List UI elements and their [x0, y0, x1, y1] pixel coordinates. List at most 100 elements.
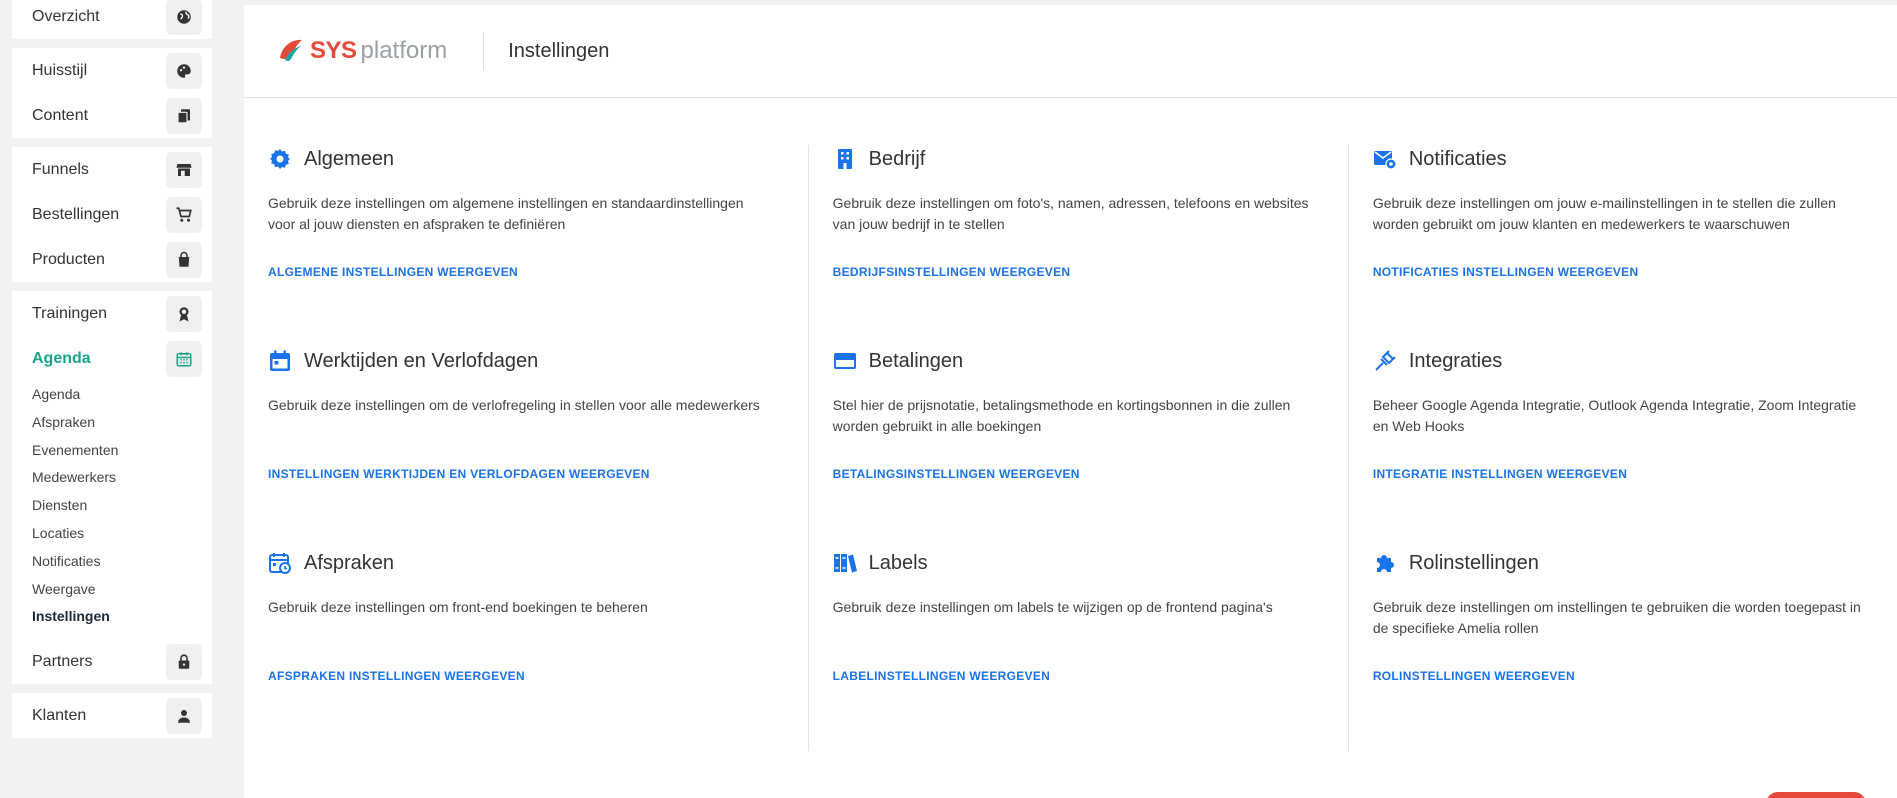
page-title: Instellingen: [508, 39, 610, 62]
sidebar-item-overzicht[interactable]: Overzicht: [12, 0, 212, 39]
card-description: Gebruik deze instellingen om jouw e-mail…: [1372, 195, 1836, 232]
settings-card-algemeen: Algemeen Gebruik deze instellingen om al…: [268, 145, 808, 347]
sidebar-item-label: Partners: [32, 652, 93, 670]
submenu-item-locaties[interactable]: Locaties: [32, 520, 212, 548]
submenu-item-notificaties[interactable]: Notificaties: [32, 548, 212, 576]
logo-sys: SYS: [310, 37, 357, 64]
settings-card-werktijden: Werktijden en Verlofdagen Gebruik deze i…: [268, 347, 808, 549]
sidebar-item-label: Content: [32, 106, 89, 124]
sidebar-group: Overzicht: [12, 0, 212, 39]
card-description: Beheer Google Agenda Integratie, Outlook…: [1372, 397, 1857, 434]
settings-row: Algemeen Gebruik deze instellingen om al…: [268, 145, 1888, 347]
sidebar-item-bestellingen[interactable]: Bestellingen: [12, 192, 212, 237]
sidebar-item-partners[interactable]: Partners: [12, 639, 212, 684]
submenu-item-diensten[interactable]: Diensten: [32, 492, 212, 520]
main-panel: SYS platform Instellingen Algemeen Gebru…: [244, 5, 1897, 798]
card-description: Gebruik deze instellingen om de verlofre…: [268, 397, 760, 413]
sidebar-item-label: Klanten: [32, 706, 87, 724]
submenu-item-afspraken[interactable]: Afspraken: [32, 409, 212, 437]
card-link[interactable]: BEDRIJFSINSTELLINGEN WEERGEVEN: [833, 265, 1071, 279]
sidebar-item-producten[interactable]: Producten: [12, 237, 212, 282]
sidebar-item-huisstijl[interactable]: Huisstijl: [12, 48, 212, 93]
credit-card-icon: [833, 353, 856, 369]
plug-icon: [1375, 350, 1396, 371]
store-icon: [166, 151, 202, 188]
logo[interactable]: SYS platform: [276, 36, 447, 66]
award-icon: [166, 295, 202, 332]
sidebar-item-label: Funnels: [32, 160, 89, 178]
sidebar-group: Huisstijl Content: [12, 48, 212, 138]
bag-icon: [166, 241, 202, 278]
card-title: Algemeen: [304, 147, 395, 170]
lock-icon: [166, 643, 202, 680]
sidebar-item-label: Overzicht: [32, 7, 100, 25]
card-link[interactable]: INTEGRATIE INSTELLINGEN WEERGEVEN: [1373, 467, 1627, 481]
card-description: Gebruik deze instellingen om labels te w…: [832, 599, 1273, 615]
submenu-item-medewerkers[interactable]: Medewerkers: [32, 464, 212, 492]
help-button[interactable]: [1766, 792, 1866, 798]
logo-mark-icon: [280, 39, 302, 61]
card-title: Bedrijf: [868, 147, 926, 170]
settings-card-bedrijf: Bedrijf Gebruik deze instellingen om fot…: [807, 145, 1348, 347]
settings-card-rolinstellingen: Rolinstellingen Gebruik deze instellinge…: [1347, 549, 1888, 751]
card-title: Notificaties: [1408, 147, 1507, 170]
calendar-clock-icon: [269, 553, 291, 574]
card-description: Gebruik deze instellingen om instellinge…: [1372, 599, 1861, 636]
settings-row: Werktijden en Verlofdagen Gebruik deze i…: [268, 347, 1888, 549]
card-link[interactable]: LABELINSTELLINGEN WEERGEVEN: [833, 669, 1050, 683]
submenu-item-weergave[interactable]: Weergave: [32, 576, 212, 604]
submenu-item-evenementen[interactable]: Evenementen: [32, 437, 212, 465]
globe-icon: [166, 0, 202, 35]
settings-card-labels: Labels Gebruik deze instellingen om labe…: [807, 549, 1348, 751]
settings-card-betalingen: Betalingen Stel hier de prijsnotatie, be…: [807, 347, 1348, 549]
palette-icon: [166, 52, 202, 89]
sidebar-item-label: Huisstijl: [32, 61, 88, 79]
sidebar-item-label: Producten: [32, 250, 105, 268]
card-title: Labels: [868, 551, 928, 574]
sidebar-item-funnels[interactable]: Funnels: [12, 147, 212, 192]
sidebar-group: Trainingen Agenda Agenda Afspraken Evene…: [12, 291, 212, 685]
card-title: Integraties: [1408, 349, 1503, 372]
submenu-item-instellingen[interactable]: Instellingen: [32, 603, 212, 631]
sidebar-group: Klanten: [12, 693, 212, 739]
sidebar-item-trainingen[interactable]: Trainingen: [12, 291, 212, 336]
logo-platform: platform: [360, 37, 448, 64]
submenu-item-agenda[interactable]: Agenda: [32, 381, 212, 409]
copy-icon: [166, 97, 202, 134]
sidebar-item-klanten[interactable]: Klanten: [12, 693, 212, 738]
settings-card-integraties: Integraties Beheer Google Agenda Integra…: [1347, 347, 1888, 549]
card-title: Afspraken: [304, 551, 395, 574]
top-bar: SYS platform Instellingen: [244, 5, 1897, 98]
books-icon: [833, 554, 857, 573]
settings-row: Afspraken Gebruik deze instellingen om f…: [268, 549, 1888, 751]
header-divider: [483, 32, 485, 70]
sidebar-item-content[interactable]: Content: [12, 93, 212, 138]
calendar-icon: [166, 340, 202, 377]
calendar-icon: [270, 350, 290, 371]
gear-icon: [270, 149, 290, 169]
card-title: Werktijden en Verlofdagen: [304, 349, 539, 372]
card-link[interactable]: INSTELLINGEN WERKTIJDEN EN VERLOFDAGEN W…: [268, 467, 650, 481]
puzzle-icon: [1376, 555, 1394, 572]
cart-icon: [166, 196, 202, 233]
card-title: Betalingen: [868, 349, 964, 372]
card-description: Gebruik deze instellingen om foto's, nam…: [832, 195, 1309, 232]
sidebar-item-label: Trainingen: [32, 304, 108, 322]
sidebar-item-label: Bestellingen: [32, 205, 120, 223]
card-description: Gebruik deze instellingen om algemene in…: [268, 195, 744, 232]
settings-grid: Algemeen Gebruik deze instellingen om al…: [268, 145, 1888, 751]
sidebar: Overzicht Huisstijl Content Funnels Best…: [12, 0, 212, 798]
card-link[interactable]: BETALINGSINSTELLINGEN WEERGEVEN: [833, 467, 1080, 481]
card-link[interactable]: ALGEMENE INSTELLINGEN WEERGEVEN: [268, 265, 518, 279]
card-link[interactable]: AFSPRAKEN INSTELLINGEN WEERGEVEN: [268, 669, 525, 683]
settings-card-notificaties: Notificaties Gebruik deze instellingen o…: [1347, 145, 1888, 347]
agenda-submenu: Agenda Afspraken Evenementen Medewerkers…: [12, 381, 212, 639]
sidebar-item-agenda[interactable]: Agenda: [12, 336, 212, 381]
card-description: Stel hier de prijsnotatie, betalingsmeth…: [832, 397, 1291, 434]
card-link[interactable]: NOTIFICATIES INSTELLINGEN WEERGEVEN: [1373, 265, 1639, 279]
card-link[interactable]: ROLINSTELLINGEN WEERGEVEN: [1373, 669, 1575, 683]
mail-settings-icon: [1373, 151, 1397, 170]
card-description: Gebruik deze instellingen om front-end b…: [268, 599, 648, 615]
card-title: Rolinstellingen: [1408, 551, 1539, 574]
settings-card-afspraken: Afspraken Gebruik deze instellingen om f…: [268, 549, 808, 751]
